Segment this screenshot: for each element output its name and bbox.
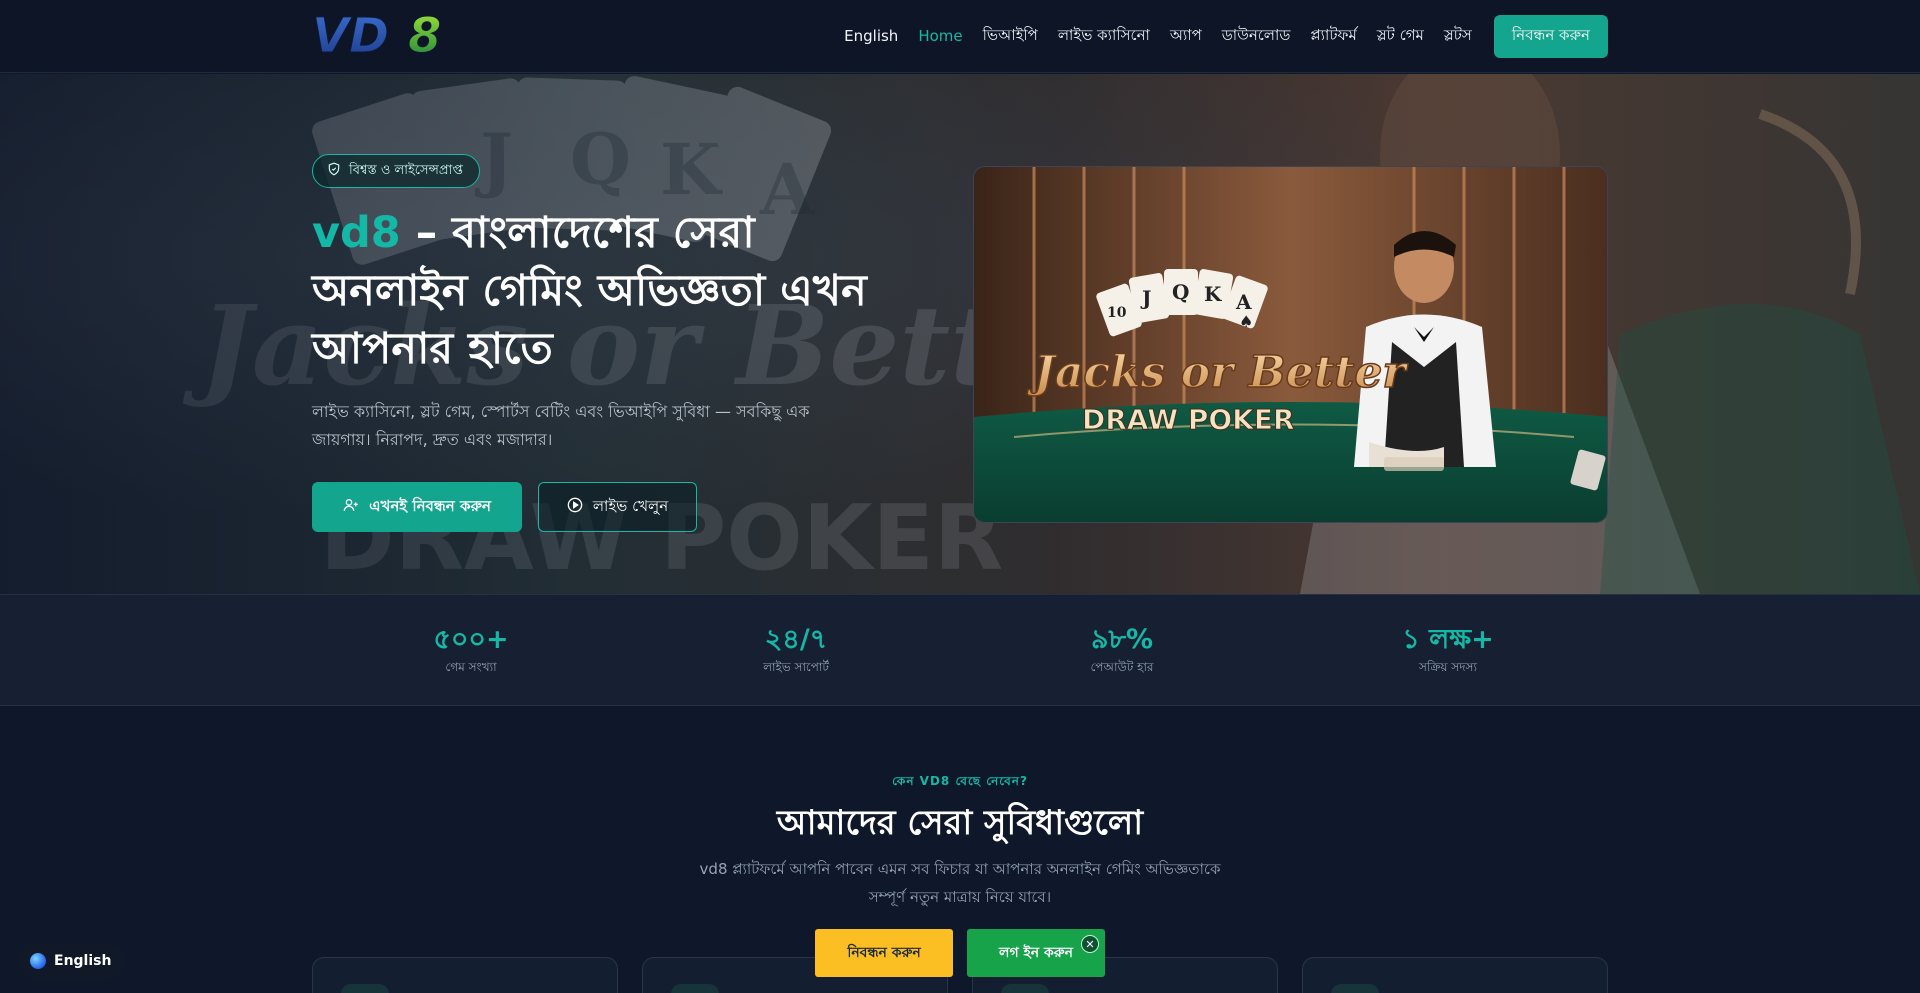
play-live-button[interactable]: লাইভ খেলুন (538, 482, 697, 532)
nav-platform[interactable]: প্ল্যাটফর্ম (1310, 24, 1356, 49)
stat-label: সক্রিয় সদস্য (1419, 660, 1477, 674)
feature-icon (671, 984, 719, 993)
nav-home[interactable]: Home (918, 27, 962, 45)
image-caption-line1: Jacks or Better (1027, 347, 1408, 398)
svg-text:Q: Q (1172, 280, 1189, 304)
features-title: আমাদের সেরা সুবিধাগুলো (776, 803, 1144, 843)
features-description: vd8 প্ল্যাটফর্মে আপনি পাবেন এমন সব ফিচার… (699, 860, 1221, 906)
nav-english[interactable]: English (844, 27, 898, 45)
image-caption-line2: DRAW POKER (1082, 403, 1295, 436)
stat-payout: ৯৮% পেআউট হার (1022, 623, 1222, 679)
nav-download[interactable]: ডাউনলোড (1222, 24, 1291, 49)
hero-game-image[interactable]: 10 J Q K A ♠ Jacks or Better DRAW POKER (973, 166, 1608, 523)
stat-label: গেম সংখ্যা (445, 660, 497, 674)
stat-members: ১ লক্ষ+ সক্রিয় সদস্য (1348, 623, 1548, 679)
floating-register-button[interactable]: নিবন্ধন করুন (815, 929, 953, 977)
register-now-button[interactable]: এখনই নিবন্ধন করুন (312, 482, 522, 532)
shield-icon (327, 162, 341, 180)
play-circle-icon (567, 497, 583, 517)
svg-text:A: A (1235, 290, 1252, 314)
feature-icon (1001, 984, 1049, 993)
hero-subtitle: লাইভ ক্যাসিনো, স্লট গেম, স্পোর্টস বেটিং … (312, 402, 810, 449)
svg-text:J: J (1140, 286, 1151, 310)
hero-title: vd8 – বাংলাদেশের সেরা অনলাইন গেমিং অভিজ্… (312, 204, 892, 378)
stat-support: ২৪/৭ লাইভ সাপোর্ট (696, 623, 896, 679)
stats-bar: ৫০০+ গেম সংখ্যা ২৪/৭ লাইভ সাপোর্ট ৯৮% পে… (0, 594, 1920, 706)
svg-text:VD: VD (312, 10, 389, 60)
stat-value: ৯৮% (1090, 624, 1154, 655)
site-header: VD 8 English Home ভিআইপি লাইভ ক্যাসিনো অ… (0, 0, 1920, 73)
vd8-logo[interactable]: VD 8 (312, 8, 468, 65)
hero-section: JQKA Jacks or Bett DRAW POKER বিশ্বস্ত ও… (0, 74, 1920, 594)
trust-badge-label: বিশ্বস্ত ও লাইসেন্সপ্রাপ্ত (349, 162, 463, 178)
stat-label: পেআউট হার (1090, 660, 1154, 674)
features-section: কেন VD8 বেছে নেবেন? আমাদের সেরা সুবিধাগু… (0, 707, 1920, 993)
stat-value: ১ লক্ষ+ (1402, 624, 1494, 655)
user-plus-icon (343, 497, 359, 517)
svg-text:K: K (1204, 282, 1222, 306)
stat-value: ৫০০+ (433, 624, 509, 655)
feature-card[interactable] (312, 957, 618, 993)
register-now-label: এখনই নিবন্ধন করুন (369, 496, 491, 515)
svg-text:8: 8 (408, 10, 441, 60)
nav-slot-games[interactable]: স্লট গেম (1377, 24, 1424, 49)
nav-slots[interactable]: স্লটস (1444, 24, 1472, 49)
feature-icon (1331, 984, 1379, 993)
feature-card[interactable] (1302, 957, 1608, 993)
nav-live-casino[interactable]: লাইভ ক্যাসিনো (1058, 24, 1150, 49)
nav-app[interactable]: অ্যাপ (1170, 24, 1202, 49)
main-nav: English Home ভিআইপি লাইভ ক্যাসিনো অ্যাপ … (844, 14, 1608, 58)
close-icon[interactable]: ✕ (1081, 935, 1099, 953)
language-switcher[interactable]: English (18, 943, 126, 979)
nav-vip[interactable]: ভিআইপি (983, 24, 1038, 49)
trust-badge: বিশ্বস্ত ও লাইসেন্সপ্রাপ্ত (312, 154, 480, 188)
globe-icon (30, 953, 46, 969)
header-register-button[interactable]: নিবন্ধন করুন (1493, 14, 1608, 58)
hero-title-brand: vd8 (312, 208, 401, 258)
features-eyebrow: কেন VD8 বেছে নেবেন? (892, 774, 1028, 788)
svg-text:♠: ♠ (1239, 312, 1253, 331)
svg-text:10: 10 (1107, 305, 1127, 321)
stat-games: ৫০০+ গেম সংখ্যা (371, 623, 571, 679)
play-live-label: লাইভ খেলুন (592, 496, 669, 515)
stat-label: লাইভ সাপোর্ট (763, 660, 829, 674)
language-label: English (54, 953, 112, 969)
feature-icon (341, 984, 389, 993)
stat-value: ২৪/৭ (764, 624, 828, 655)
